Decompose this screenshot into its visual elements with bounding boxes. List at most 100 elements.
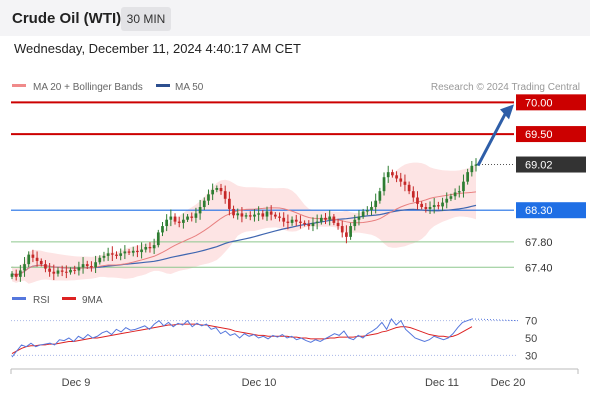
candle-body [144,247,148,250]
candle-body [278,216,281,218]
rsi-legend-label: RSI [33,295,50,306]
candle-body [374,200,378,208]
rsi-ma-legend-label: 9MA [82,295,103,306]
candle-body [207,194,210,201]
price-tag-label: 68.30 [525,205,553,217]
candle-body [39,260,43,265]
candle-body [173,216,177,222]
candle-body [253,214,256,217]
candle-body [10,273,14,277]
candle-body [161,226,164,233]
candle-body [211,189,215,195]
candle-body [345,232,348,237]
candle-body [106,253,110,256]
candle-body [319,217,323,222]
candle-body [90,266,93,268]
bollinger-band [12,162,476,284]
candle-body [370,207,373,211]
candle-body [395,175,398,179]
candle-body [307,224,311,227]
candle-body [244,215,248,217]
candle-body [328,216,332,220]
x-tick-label: Dec 11 [425,377,459,389]
candle-body [136,250,139,253]
candle-body [407,184,411,192]
candle-body [282,217,286,222]
candle-body [215,188,219,190]
candle-body [123,251,127,254]
candle-body [102,255,106,258]
candle-body [399,178,403,182]
candle-body [27,254,31,265]
rsi-tick-label: 70 [525,316,537,328]
candle-body [261,213,265,217]
candle-body [85,264,89,267]
candle-body [190,216,194,218]
candle-body [236,213,240,216]
candle-body [441,202,444,207]
candle-body [378,191,382,201]
candle-body [361,211,365,217]
candle-body [169,216,173,220]
candle-body [466,172,469,182]
rsi-line [11,317,473,358]
candle-body [64,271,68,273]
candle-body [257,213,260,215]
candle-body [332,216,336,223]
candle-body [424,207,428,209]
candle-body [19,270,22,277]
candle-body [382,177,386,192]
candle-body [391,172,394,176]
candle-body [420,203,424,208]
candle-body [269,211,273,215]
candle-body [186,216,189,220]
candle-body [315,221,319,223]
candle-body [56,270,60,274]
candle-body [152,245,156,249]
candle-body [303,222,306,225]
candle-body [470,165,474,173]
candle-body [69,269,72,273]
candle-body [177,221,181,223]
candle-body [299,221,302,223]
candle-body [148,247,152,249]
candle-body [31,254,35,258]
candle-body [453,192,457,197]
candle-body [202,200,206,208]
candle-body [357,216,361,220]
candle-body [98,257,102,263]
candle-body [52,271,56,274]
candle-body [131,250,135,253]
candle-body [194,213,198,218]
ma20-legend-label: MA 20 + Bollinger Bands [33,82,143,93]
candle-body [290,219,294,223]
candle-body [14,273,18,277]
forecast-arrow [476,111,508,167]
candle-body [449,196,453,199]
price-chart: MA 20 + Bollinger Bands MA 50 Research ©… [10,82,586,389]
candle-body [219,188,223,192]
candle-body [127,251,131,253]
rsi-ma-line [11,323,473,355]
price-tag-label: 70.00 [525,97,553,109]
candle-body [340,226,344,233]
copyright-notice: Research © 2024 Trading Central [431,82,580,93]
candle-body [232,208,235,216]
ma20-legend-swatch [12,84,26,87]
candle-body [240,213,244,217]
candle-body [73,269,77,271]
candle-body [416,197,419,204]
candle-body [94,262,97,268]
x-tick-label: Dec 9 [62,377,91,389]
candle-body [198,207,202,214]
candle-body [156,232,160,246]
support-label: 67.40 [525,262,553,274]
candle-body [223,191,227,199]
candle-body [386,172,390,178]
candle-body [349,226,352,237]
candle-body [311,222,315,227]
candle-body [248,215,252,217]
candle-body [110,253,114,255]
candle-body [411,191,415,198]
candle-body [44,264,47,269]
